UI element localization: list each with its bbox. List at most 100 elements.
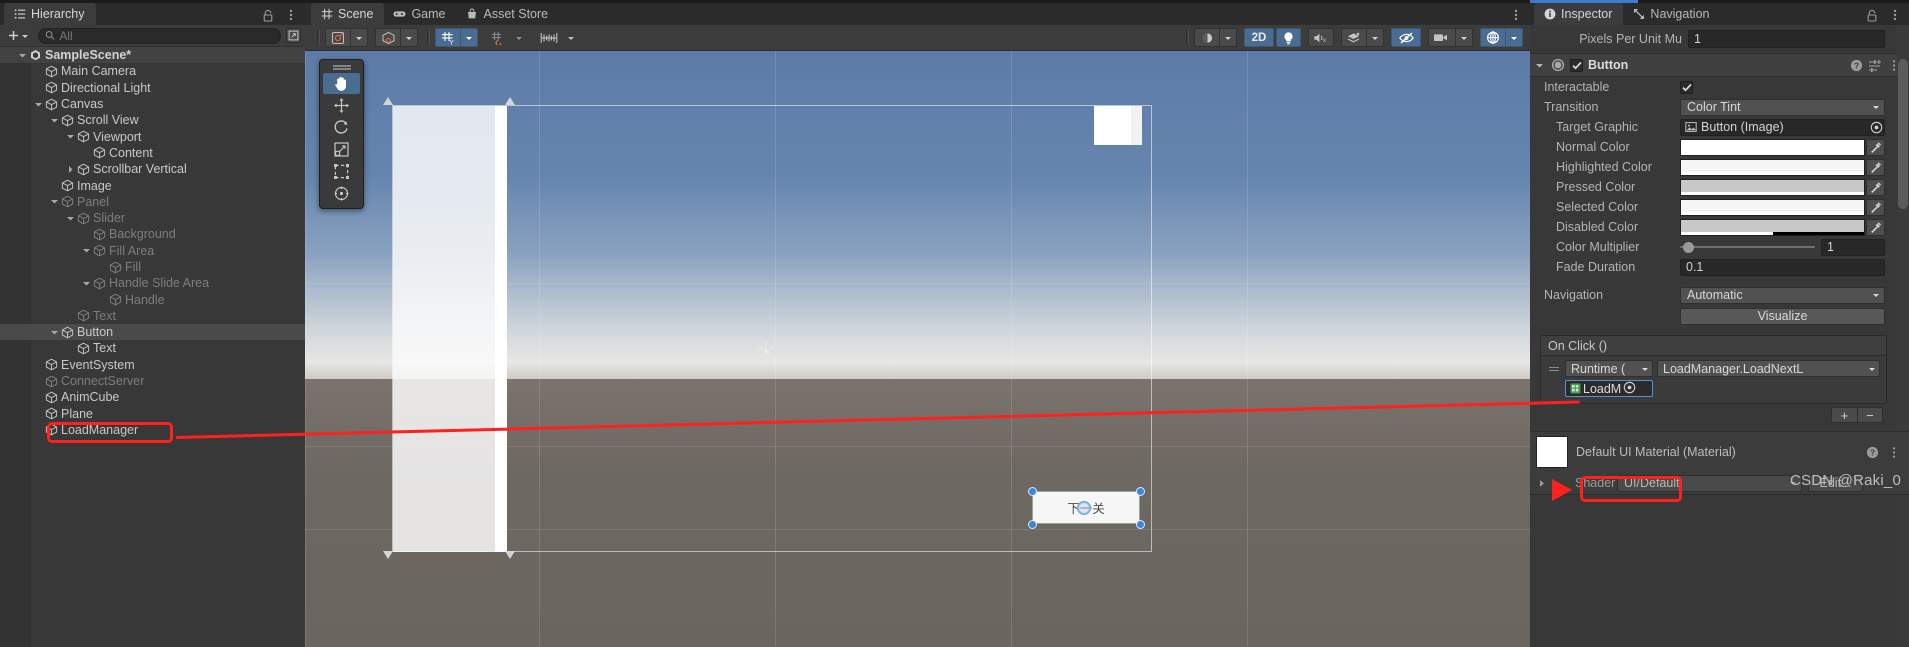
scene-lighting-button[interactable]	[1276, 28, 1301, 47]
hierarchy-item-content[interactable]: Content	[0, 145, 305, 161]
shading-mode-button[interactable]	[325, 28, 350, 47]
hierarchy-item-slider[interactable]: Slider	[0, 210, 305, 226]
eyedropper-icon[interactable]	[1866, 138, 1885, 156]
chevron-right-icon[interactable]	[1536, 479, 1547, 488]
preset-icon[interactable]	[1868, 58, 1882, 72]
rect-handle-br[interactable]	[1136, 520, 1145, 529]
chevron-down-icon[interactable]	[81, 278, 92, 289]
gizmo-lighting-button[interactable]	[1194, 28, 1219, 47]
chevron-right-icon[interactable]	[65, 164, 76, 175]
gizmos-button[interactable]	[1480, 28, 1505, 47]
scale-tool[interactable]	[323, 139, 360, 160]
hidden-objects-button[interactable]	[1391, 28, 1421, 47]
tool-palette-grip[interactable]	[320, 63, 363, 72]
hierarchy-item-directional-light[interactable]: Directional Light	[0, 80, 305, 96]
help-icon[interactable]: ?	[1849, 58, 1863, 72]
event-runtime-dropdown[interactable]: Runtime (	[1565, 360, 1653, 377]
hierarchy-item-connectserver[interactable]: ConnectServer	[0, 373, 305, 389]
inspector-scrollbar[interactable]	[1897, 25, 1909, 647]
chevron-down-icon[interactable]	[65, 213, 76, 224]
lock-icon[interactable]	[1865, 8, 1879, 22]
hierarchy-item-main-camera[interactable]: Main Camera	[0, 63, 305, 79]
audio-toggle-button[interactable]: x	[1308, 28, 1334, 47]
grid-snap-dropdown[interactable]	[510, 28, 528, 47]
color-field-normal-color[interactable]	[1680, 138, 1865, 156]
hierarchy-search-input[interactable]	[59, 28, 274, 43]
lock-icon[interactable]	[261, 8, 275, 22]
add-gameobject-button[interactable]	[4, 29, 32, 42]
button-enabled-checkbox[interactable]	[1570, 58, 1583, 72]
drag-handle-icon[interactable]	[1547, 362, 1561, 376]
eyedropper-icon[interactable]	[1866, 198, 1885, 216]
eyedropper-icon[interactable]	[1866, 218, 1885, 236]
color-field-highlighted-color[interactable]	[1680, 158, 1865, 176]
ruler-dropdown[interactable]	[562, 28, 580, 47]
tab-inspector[interactable]: Inspector	[1534, 3, 1624, 25]
kebab-menu-icon[interactable]	[1887, 58, 1901, 72]
grid-snap-button[interactable]	[485, 28, 510, 47]
color-field-selected-color[interactable]	[1680, 198, 1865, 216]
transform-tool[interactable]	[323, 183, 360, 204]
hand-tool[interactable]	[323, 73, 360, 94]
rect-handle-bl[interactable]	[1028, 520, 1037, 529]
fx-button[interactable]	[1341, 28, 1366, 47]
hierarchy-expand-button[interactable]	[286, 28, 301, 43]
ruler-button[interactable]	[535, 28, 562, 47]
dropdown-transition[interactable]: Color Tint	[1680, 98, 1885, 116]
inspector-scrollbar-thumb[interactable]	[1898, 59, 1908, 209]
kebab-menu-icon[interactable]	[284, 8, 298, 22]
event-function-dropdown[interactable]: LoadManager.LoadNextL	[1657, 360, 1880, 377]
hierarchy-item-scrollbar-vertical[interactable]: Scrollbar Vertical	[0, 161, 305, 177]
remove-event-button[interactable]: −	[1857, 407, 1883, 423]
pixels-per-unit-field[interactable]: 1	[1688, 30, 1885, 48]
gizmo-lighting-dropdown[interactable]	[1219, 28, 1237, 47]
2d-grid-button[interactable]: Y	[435, 28, 460, 47]
rect-handle-tl[interactable]	[1028, 487, 1037, 496]
fx-dropdown[interactable]	[1366, 28, 1384, 47]
dropdown-navigation[interactable]: Automatic	[1680, 286, 1885, 304]
object-picker-icon[interactable]	[1623, 381, 1636, 397]
hierarchy-item-fill[interactable]: Fill	[0, 259, 305, 275]
hierarchy-item-button[interactable]: Button	[0, 324, 305, 341]
move-tool[interactable]	[323, 95, 360, 116]
rect-tool[interactable]	[323, 161, 360, 182]
chevron-down-icon[interactable]	[17, 50, 28, 61]
2d-toggle-button[interactable]: 2D	[1244, 28, 1274, 47]
number-field-color-multiplier[interactable]: 1	[1821, 238, 1885, 256]
chevron-down-icon[interactable]	[65, 131, 76, 142]
help-icon[interactable]: ?	[1865, 445, 1879, 459]
checkbox-interactable[interactable]	[1680, 80, 1693, 94]
text-field-fade-duration[interactable]: 0.1	[1680, 258, 1885, 276]
tab-hierarchy[interactable]: Hierarchy	[4, 3, 96, 25]
hierarchy-item-viewport[interactable]: Viewport	[0, 128, 305, 144]
shader-dropdown[interactable]: UI/Default	[1617, 474, 1802, 492]
2d-grid-dropdown[interactable]	[460, 28, 478, 47]
hierarchy-search-box[interactable]	[38, 27, 281, 44]
button-component-header[interactable]: Button ?	[1530, 53, 1909, 77]
visualize-button[interactable]: Visualize	[1680, 307, 1885, 325]
hierarchy-item-eventsystem[interactable]: EventSystem	[0, 357, 305, 373]
hierarchy-item-canvas[interactable]: Canvas	[0, 96, 305, 112]
tab-navigation[interactable]: Navigation	[1623, 3, 1721, 25]
rect-handle-tr[interactable]	[1136, 487, 1145, 496]
rotate-tool[interactable]	[323, 117, 360, 138]
color-field-disabled-color[interactable]	[1680, 218, 1865, 236]
eyedropper-icon[interactable]	[1866, 178, 1885, 196]
hierarchy-item-plane[interactable]: Plane	[0, 406, 305, 422]
tab-scene[interactable]: Scene	[311, 3, 385, 25]
eyedropper-icon[interactable]	[1866, 158, 1885, 176]
object-picker-icon[interactable]	[1868, 120, 1884, 135]
chevron-down-icon[interactable]	[1534, 61, 1545, 70]
gizmos-dropdown[interactable]	[1505, 28, 1523, 47]
event-object-field[interactable]: LoadM	[1565, 380, 1653, 397]
hierarchy-item-handle[interactable]: Handle	[0, 291, 305, 307]
hierarchy-item-handle-slide-area[interactable]: Handle Slide Area	[0, 275, 305, 291]
hierarchy-item-background[interactable]: Background	[0, 226, 305, 242]
camera-settings-button[interactable]	[1428, 28, 1455, 47]
chevron-down-icon[interactable]	[49, 327, 60, 338]
kebab-menu-icon[interactable]	[1888, 8, 1902, 22]
slider-color-multiplier[interactable]	[1680, 239, 1815, 256]
hierarchy-item-samplescene[interactable]: SampleScene*	[0, 47, 305, 64]
tab-asset-store[interactable]: Asset Store	[456, 3, 560, 25]
chevron-down-icon[interactable]	[33, 99, 44, 110]
